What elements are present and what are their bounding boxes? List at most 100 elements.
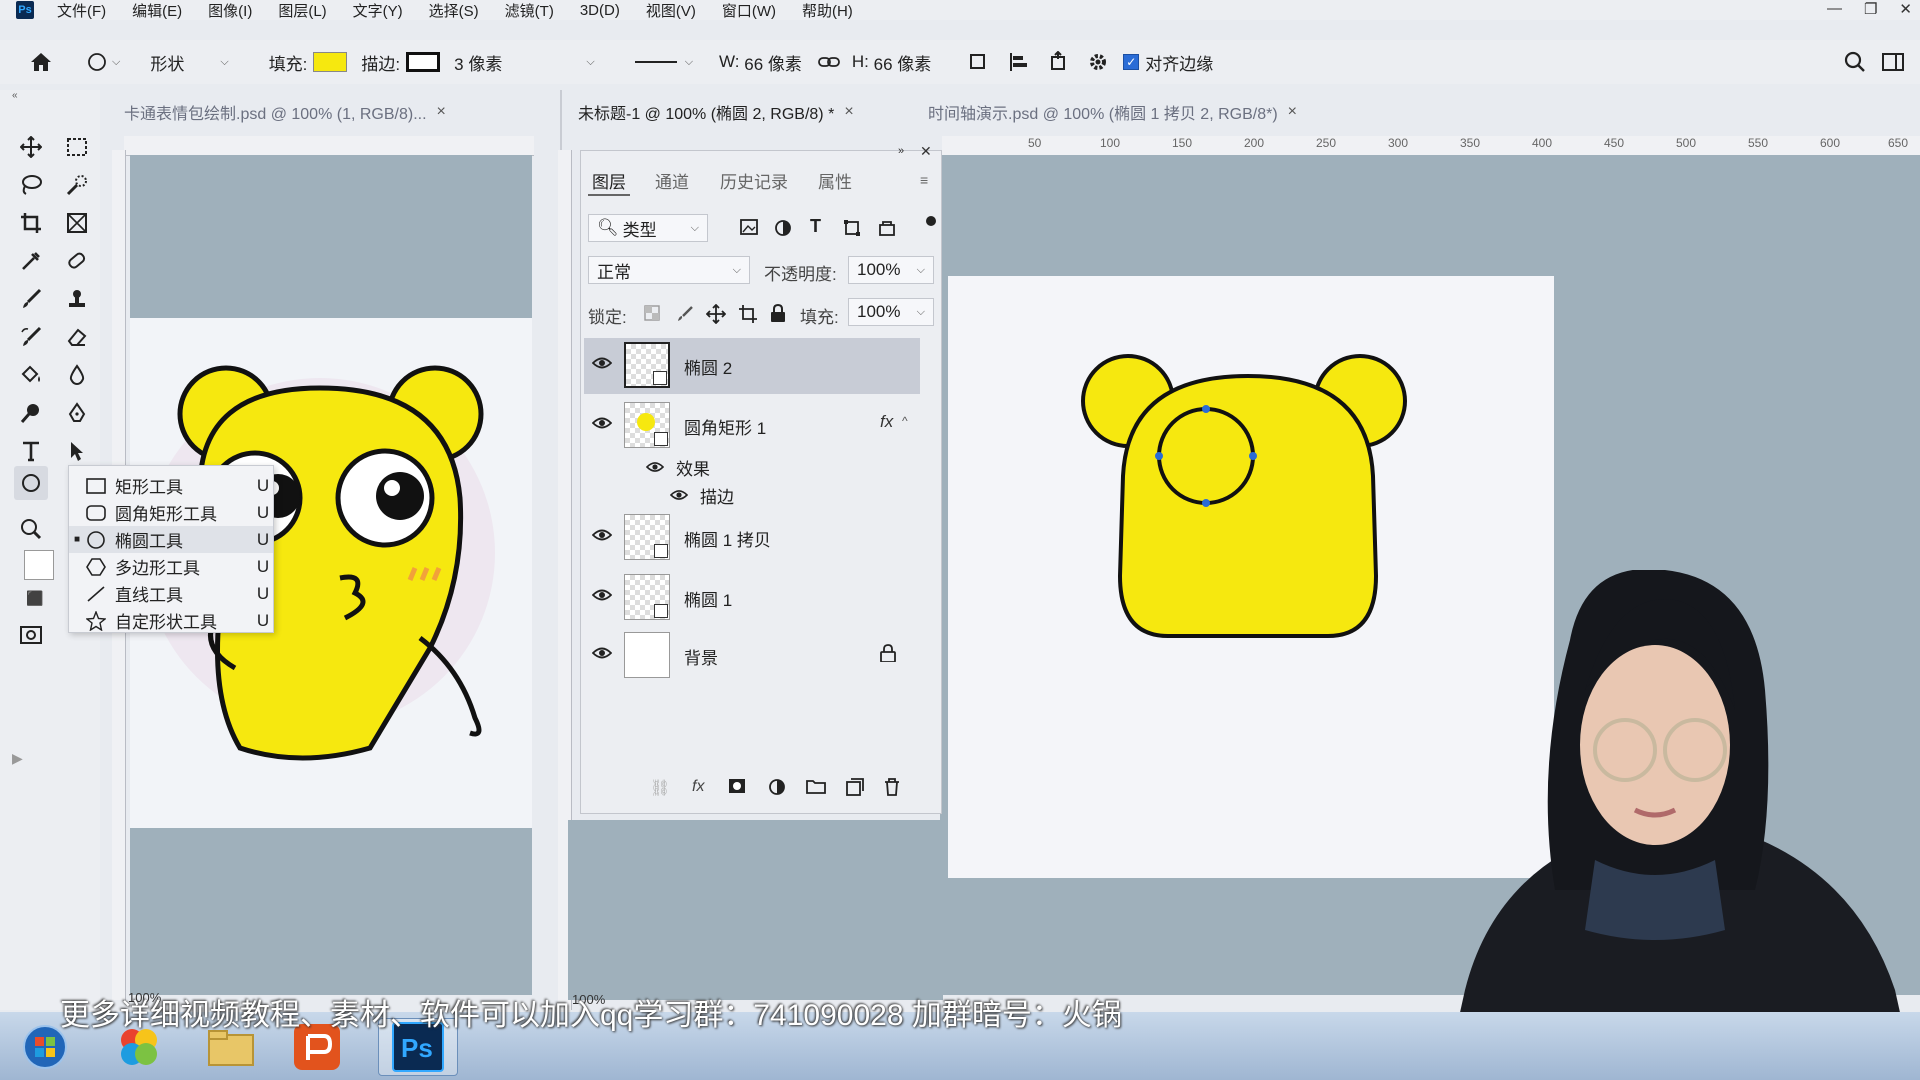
- fill-color-swatch[interactable]: [313, 52, 348, 72]
- align-edges-checkbox[interactable]: ✓: [1123, 54, 1140, 70]
- home-icon[interactable]: [28, 49, 54, 75]
- anchor-point[interactable]: [1202, 499, 1210, 507]
- quick-selection-tool-icon[interactable]: [62, 170, 92, 200]
- zoom-tool-icon[interactable]: [16, 514, 46, 544]
- layer-row[interactable]: 椭圆 1 拷贝: [584, 510, 920, 566]
- healing-brush-tool-icon[interactable]: [62, 246, 92, 276]
- menu-edit[interactable]: 编辑(E): [119, 0, 195, 21]
- menu-3d[interactable]: 3D(D): [567, 2, 633, 19]
- layer-row[interactable]: 椭圆 2: [584, 338, 920, 394]
- swap-colors-icon[interactable]: ⬛: [26, 590, 43, 607]
- layer-name[interactable]: 圆角矩形 1: [684, 414, 766, 439]
- close-icon[interactable]: ×: [1288, 103, 1297, 121]
- layer-row[interactable]: 背景: [584, 628, 920, 684]
- menu-view[interactable]: 视图(V): [633, 0, 709, 21]
- menu-type[interactable]: 文字(Y): [340, 0, 416, 21]
- ellipse-tool-preset-icon[interactable]: [84, 49, 110, 75]
- clone-stamp-tool-icon[interactable]: [62, 284, 92, 314]
- tab-untitled-1[interactable]: 未标题-1 @ 100% (椭圆 2, RGB/8) * ×: [578, 98, 854, 126]
- ellipse-tool-icon[interactable]: [14, 466, 48, 500]
- tab-history[interactable]: 历史记录: [720, 168, 788, 193]
- filter-type-icon[interactable]: T: [810, 216, 821, 237]
- flyout-polygon-tool[interactable]: 多边形工具 U: [69, 553, 273, 580]
- lock-artboard-icon[interactable]: [738, 304, 758, 329]
- anchor-point[interactable]: [1249, 452, 1257, 460]
- lock-position-icon[interactable]: [705, 303, 727, 329]
- menu-select[interactable]: 选择(S): [416, 0, 492, 21]
- visibility-eye-icon[interactable]: [645, 458, 665, 478]
- dodge-tool-icon[interactable]: [16, 398, 46, 428]
- flyout-rectangle-tool[interactable]: 矩形工具 U: [69, 472, 273, 499]
- stroke-color-swatch[interactable]: [406, 52, 441, 72]
- menu-help[interactable]: 帮助(H): [789, 0, 866, 21]
- visibility-eye-icon[interactable]: [591, 646, 613, 664]
- height-value[interactable]: 66 像素: [874, 50, 932, 75]
- lock-transparent-icon[interactable]: [644, 305, 660, 326]
- link-layers-icon[interactable]: ⛓: [650, 778, 670, 798]
- layer-name[interactable]: 椭圆 1 拷贝: [684, 526, 771, 551]
- restore-button[interactable]: ❐: [1864, 0, 1877, 18]
- expand-arrow-icon[interactable]: ▶: [12, 750, 23, 767]
- delete-layer-icon[interactable]: [884, 778, 900, 801]
- lock-brush-icon[interactable]: [676, 305, 694, 328]
- lock-all-icon[interactable]: [770, 303, 786, 327]
- close-panel-icon[interactable]: ✕: [920, 143, 932, 160]
- lasso-tool-icon[interactable]: [16, 170, 46, 200]
- stroke-size-field[interactable]: 3 像素 ⌵: [454, 50, 595, 75]
- path-alignment-icon[interactable]: [1005, 49, 1031, 75]
- new-adjustment-layer-icon[interactable]: [768, 778, 786, 801]
- fill-field[interactable]: 100% ⌵: [848, 298, 934, 326]
- menu-layer[interactable]: 图层(L): [265, 0, 339, 21]
- menu-image[interactable]: 图像(I): [195, 0, 265, 21]
- move-tool-icon[interactable]: [16, 132, 46, 162]
- new-group-icon[interactable]: [806, 778, 826, 799]
- frame-tool-icon[interactable]: [62, 208, 92, 238]
- stroke-type-select[interactable]: ⌵: [634, 56, 693, 69]
- fx-icon[interactable]: fx: [880, 412, 893, 432]
- width-value[interactable]: 66 像素: [744, 50, 802, 75]
- panel-menu-icon[interactable]: ≡: [920, 172, 928, 188]
- flyout-custom-shape-tool[interactable]: 自定形状工具 U: [69, 607, 273, 634]
- visibility-eye-icon[interactable]: [591, 356, 613, 374]
- stroke-effect-row[interactable]: 描边: [669, 483, 734, 508]
- filter-smart-object-icon[interactable]: [878, 219, 896, 242]
- tab-layers[interactable]: 图层: [592, 168, 626, 193]
- tab-channels[interactable]: 通道: [655, 168, 689, 193]
- eraser-tool-icon[interactable]: [62, 322, 92, 352]
- fill-option[interactable]: 填充:: [269, 50, 348, 75]
- close-icon[interactable]: ×: [437, 103, 446, 121]
- blend-mode-select[interactable]: 正常 ⌵: [588, 256, 750, 284]
- flyout-rounded-rectangle-tool[interactable]: 圆角矩形工具 U: [69, 499, 273, 526]
- foreground-color-swatch[interactable]: [24, 550, 54, 580]
- brush-tool-icon[interactable]: [16, 284, 46, 314]
- flyout-ellipse-tool[interactable]: ■ 椭圆工具 U: [69, 526, 273, 553]
- anchor-point[interactable]: [1155, 452, 1163, 460]
- eyedropper-tool-icon[interactable]: [16, 246, 46, 276]
- opacity-field[interactable]: 100% ⌵: [848, 256, 934, 284]
- add-style-icon[interactable]: fx: [692, 778, 704, 796]
- menu-file[interactable]: 文件(F): [44, 0, 119, 21]
- search-icon[interactable]: [1842, 49, 1868, 75]
- link-icon[interactable]: [816, 49, 842, 75]
- stroke-option[interactable]: 描边:: [361, 50, 441, 75]
- visibility-eye-icon[interactable]: [591, 416, 613, 434]
- visibility-eye-icon[interactable]: [669, 486, 689, 506]
- width-field[interactable]: W: 66 像素: [719, 50, 802, 75]
- visibility-eye-icon[interactable]: [591, 588, 613, 606]
- layer-row[interactable]: 圆角矩形 1 fx ^: [584, 398, 920, 454]
- filter-toggle-icon[interactable]: [926, 216, 936, 226]
- chevron-down-icon[interactable]: ⌵: [112, 56, 120, 69]
- close-button[interactable]: ✕: [1899, 0, 1912, 18]
- collapse-arrows-icon[interactable]: «: [12, 90, 18, 101]
- anchor-point[interactable]: [1202, 405, 1210, 413]
- tab-cartoon-emoji[interactable]: 卡通表情包绘制.psd @ 100% (1, RGB/8)... ×: [124, 98, 446, 126]
- type-tool-icon[interactable]: [16, 436, 46, 466]
- layer-filter-select[interactable]: 🔍︎ 类型 ⌵: [588, 214, 708, 242]
- tool-mode-select[interactable]: 形状 ⌵: [150, 50, 228, 75]
- layer-name[interactable]: 背景: [684, 644, 718, 669]
- crop-tool-icon[interactable]: [16, 208, 46, 238]
- flyout-line-tool[interactable]: 直线工具 U: [69, 580, 273, 607]
- history-brush-tool-icon[interactable]: [16, 322, 46, 352]
- blur-tool-icon[interactable]: [62, 360, 92, 390]
- chevron-up-icon[interactable]: ^: [902, 414, 908, 428]
